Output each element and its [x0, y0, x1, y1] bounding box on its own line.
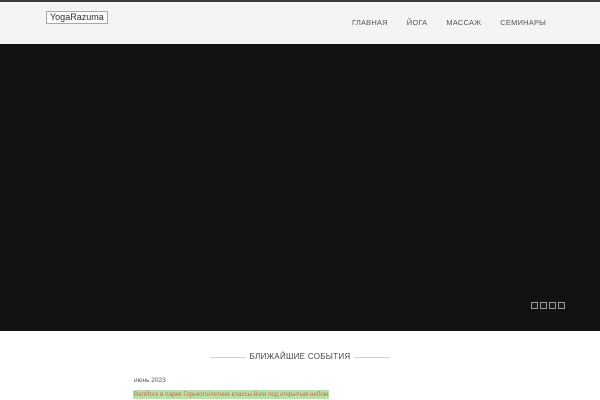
- heading-divider-right: [354, 357, 390, 358]
- nav-item-home[interactable]: ГЛАВНАЯ: [352, 18, 388, 27]
- site-header: YogaRazuma ГЛАВНАЯ ЙОГА МАССАЖ СЕМИНАРЫ: [0, 2, 600, 44]
- site-logo[interactable]: YogaRazuma: [46, 11, 108, 24]
- slider-pagination: [531, 302, 567, 309]
- events-month: июнь 2023: [134, 377, 166, 384]
- nav-item-seminars[interactable]: СЕМИНАРЫ: [500, 18, 546, 27]
- nav-item-yoga[interactable]: ЙОГА: [407, 18, 428, 27]
- hero-slider: [0, 44, 600, 331]
- slider-dot-4[interactable]: [558, 302, 565, 309]
- slider-dot-3[interactable]: [549, 302, 556, 309]
- main-nav: ГЛАВНАЯ ЙОГА МАССАЖ СЕМИНАРЫ: [352, 18, 546, 27]
- events-heading: БЛИЖАЙШИЕ СОБЫТИЯ: [210, 351, 390, 363]
- slider-dot-1[interactable]: [531, 302, 538, 309]
- event-link[interactable]: ВелЙога в парке Горького/летние классы й…: [133, 390, 330, 399]
- slider-dot-2[interactable]: [540, 302, 547, 309]
- nav-item-massage[interactable]: МАССАЖ: [446, 18, 481, 27]
